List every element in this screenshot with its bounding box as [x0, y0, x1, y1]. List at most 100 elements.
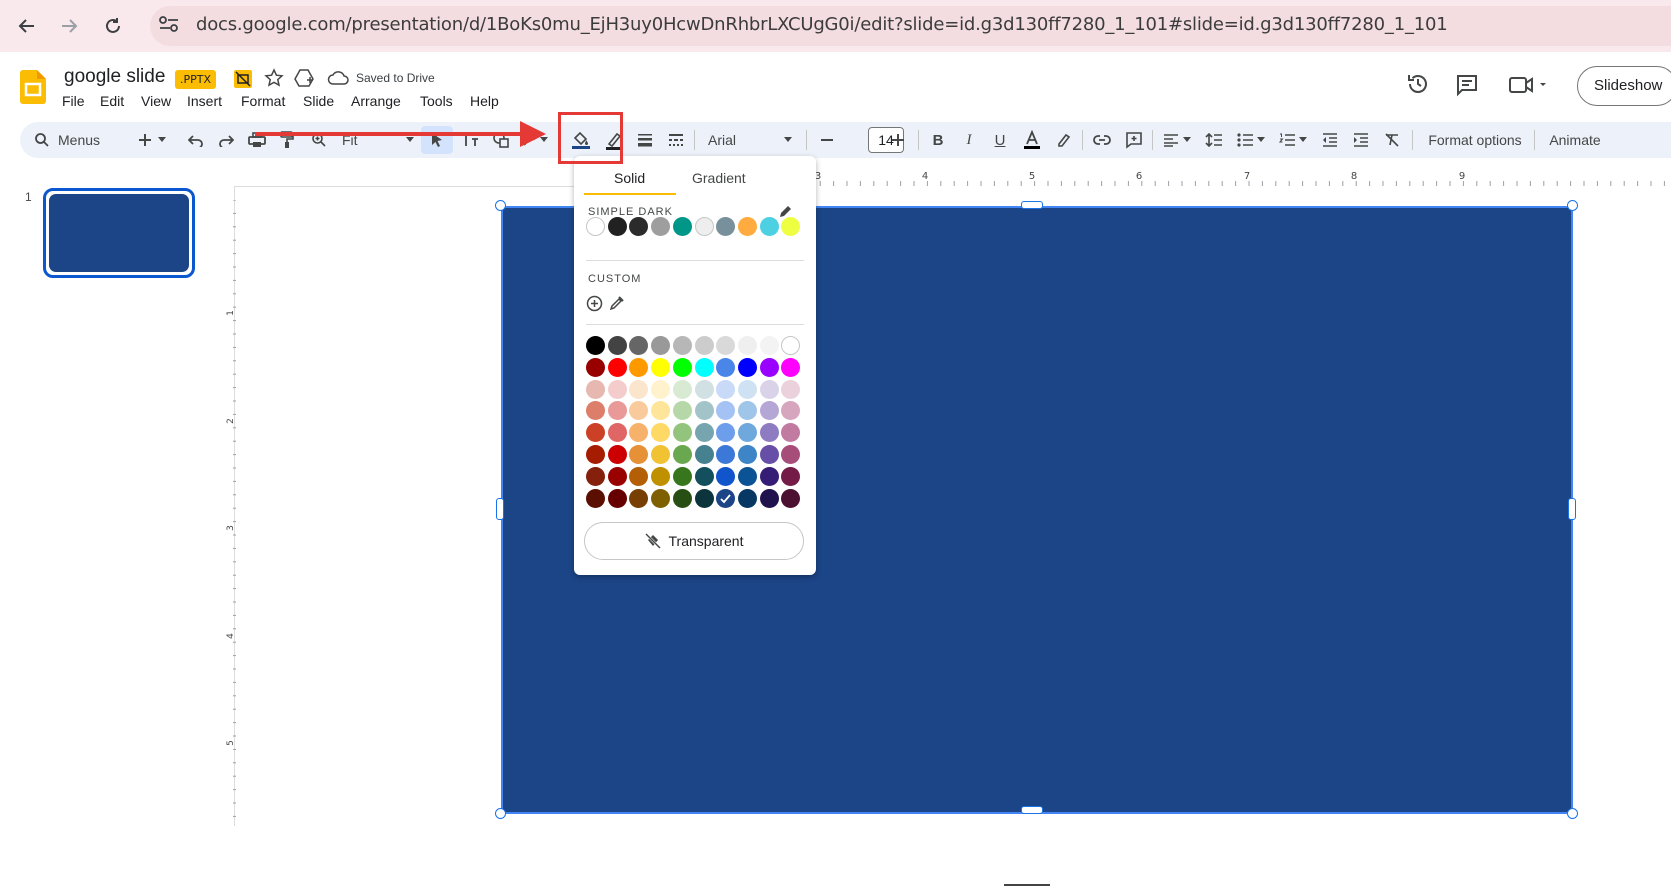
resize-handle-bottom-left[interactable]	[495, 808, 506, 819]
star-icon[interactable]	[264, 68, 284, 93]
palette-color-swatch[interactable]	[759, 357, 779, 377]
print-button[interactable]	[244, 122, 270, 158]
resize-handle-top-left[interactable]	[495, 200, 506, 211]
menu-slide[interactable]: Slide	[303, 93, 334, 109]
palette-color-swatch[interactable]	[629, 423, 649, 443]
palette-color-swatch[interactable]	[672, 401, 692, 421]
tab-gradient[interactable]: Gradient	[692, 170, 746, 186]
numbered-list-button[interactable]	[1274, 122, 1312, 158]
decrease-font-button[interactable]	[815, 122, 839, 158]
underline-button[interactable]: U	[986, 122, 1014, 158]
palette-color-swatch[interactable]	[781, 466, 801, 486]
palette-color-swatch[interactable]	[586, 357, 605, 377]
palette-color-swatch[interactable]	[607, 336, 627, 355]
redo-button[interactable]	[213, 122, 239, 158]
menu-format[interactable]: Format	[241, 93, 285, 109]
palette-color-swatch[interactable]	[586, 445, 605, 464]
eyedropper-icon[interactable]	[608, 295, 625, 317]
select-tool[interactable]	[421, 126, 453, 154]
palette-color-swatch[interactable]	[781, 336, 801, 355]
palette-color-swatch[interactable]	[586, 336, 605, 355]
bold-button[interactable]: B	[924, 122, 952, 158]
add-custom-color-icon[interactable]	[586, 295, 603, 317]
palette-color-swatch[interactable]	[781, 379, 801, 399]
palette-color-swatch[interactable]	[651, 357, 671, 377]
palette-color-swatch[interactable]	[716, 445, 736, 464]
palette-color-swatch[interactable]	[672, 336, 692, 355]
palette-color-swatch[interactable]	[737, 488, 757, 508]
increase-font-button[interactable]	[886, 122, 910, 158]
italic-button[interactable]: I	[955, 122, 983, 158]
palette-color-swatch[interactable]	[651, 488, 671, 508]
menu-edit[interactable]: Edit	[100, 93, 124, 109]
zoom-select[interactable]: Fit	[338, 122, 418, 158]
palette-color-swatch[interactable]	[694, 401, 714, 421]
palette-color-swatch[interactable]	[781, 423, 801, 443]
format-options-button[interactable]: Format options	[1420, 122, 1530, 158]
palette-color-swatch[interactable]	[781, 401, 801, 421]
transparent-button[interactable]: Transparent	[584, 522, 804, 560]
palette-color-swatch[interactable]	[694, 357, 714, 377]
palette-color-swatch[interactable]	[694, 423, 714, 443]
palette-color-swatch[interactable]	[672, 445, 692, 464]
resize-handle-top-right[interactable]	[1567, 200, 1578, 211]
shape-tool[interactable]	[487, 122, 515, 158]
add-comment-button[interactable]	[1120, 122, 1148, 158]
palette-color-swatch[interactable]	[629, 357, 649, 377]
palette-color-swatch[interactable]	[651, 379, 671, 399]
slides-logo-icon[interactable]	[20, 70, 46, 109]
version-history-icon[interactable]	[1406, 72, 1430, 101]
resize-handle-right[interactable]	[1568, 498, 1576, 520]
palette-color-swatch[interactable]	[651, 336, 671, 355]
palette-color-swatch[interactable]	[672, 357, 692, 377]
palette-color-swatch[interactable]	[759, 401, 779, 421]
theme-color-swatch[interactable]	[607, 217, 627, 236]
palette-color-swatch[interactable]	[694, 488, 714, 508]
palette-color-swatch[interactable]	[586, 466, 605, 486]
palette-color-swatch[interactable]	[586, 488, 605, 508]
palette-color-swatch[interactable]	[781, 357, 801, 377]
palette-color-swatch[interactable]	[607, 488, 627, 508]
insert-link-button[interactable]	[1088, 122, 1116, 158]
palette-color-swatch[interactable]	[759, 336, 779, 355]
forward-button[interactable]	[53, 10, 85, 42]
palette-color-swatch[interactable]	[759, 466, 779, 486]
palette-color-swatch[interactable]	[607, 445, 627, 464]
border-weight-button[interactable]	[631, 122, 659, 158]
palette-color-swatch[interactable]	[716, 401, 736, 421]
palette-color-swatch[interactable]	[694, 445, 714, 464]
menu-view[interactable]: View	[141, 93, 171, 109]
palette-color-swatch[interactable]	[629, 336, 649, 355]
palette-color-swatch[interactable]	[651, 423, 671, 443]
palette-color-swatch[interactable]	[629, 379, 649, 399]
theme-color-swatch[interactable]	[781, 217, 801, 236]
border-dash-button[interactable]	[662, 122, 690, 158]
theme-color-swatch[interactable]	[716, 217, 736, 236]
palette-color-swatch[interactable]	[607, 423, 627, 443]
palette-color-swatch[interactable]	[694, 336, 714, 355]
menu-file[interactable]: File	[62, 93, 85, 109]
palette-color-swatch[interactable]	[694, 379, 714, 399]
palette-color-swatch[interactable]	[651, 466, 671, 486]
palette-color-swatch[interactable]	[759, 488, 779, 508]
align-button[interactable]	[1158, 122, 1196, 158]
palette-color-swatch[interactable]	[716, 336, 736, 355]
palette-color-swatch[interactable]	[716, 423, 736, 443]
paint-format-button[interactable]	[274, 122, 300, 158]
site-info-icon[interactable]	[158, 14, 180, 39]
animate-button[interactable]: Animate	[1540, 122, 1610, 158]
palette-color-swatch[interactable]	[737, 336, 757, 355]
palette-color-swatch[interactable]	[716, 357, 736, 377]
palette-color-swatch[interactable]	[737, 423, 757, 443]
move-to-drive-icon[interactable]	[293, 68, 315, 93]
slide-thumbnail[interactable]	[43, 188, 195, 278]
menu-help[interactable]: Help	[470, 93, 499, 109]
palette-color-swatch[interactable]	[607, 466, 627, 486]
palette-color-swatch[interactable]	[716, 488, 736, 508]
theme-color-swatch[interactable]	[694, 217, 714, 236]
palette-color-swatch[interactable]	[607, 357, 627, 377]
resize-handle-top[interactable]	[1021, 201, 1043, 209]
zoom-button[interactable]	[306, 122, 332, 158]
palette-color-swatch[interactable]	[672, 466, 692, 486]
comments-icon[interactable]	[1455, 73, 1479, 102]
